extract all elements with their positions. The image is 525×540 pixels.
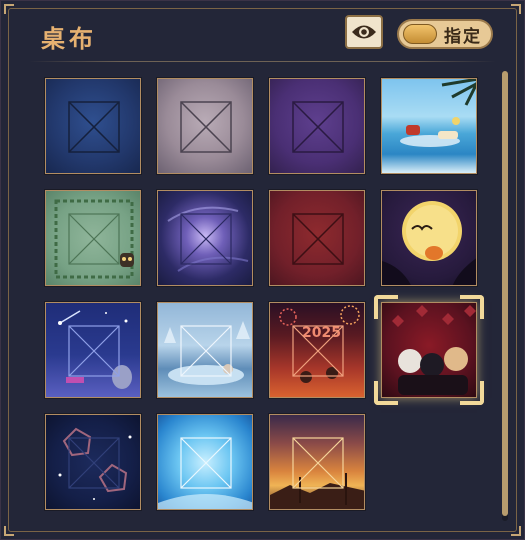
halloween-art [382,201,476,285]
selection-bracket [460,295,484,319]
placeholder-icon [68,101,120,153]
placeholder-icon [68,213,120,265]
wallpaper-tile-navy-stars[interactable] [45,414,141,510]
wallpaper-panel: 桌布 指定 2025 [0,0,525,540]
frame-corner [511,4,521,14]
wallpaper-tile-hearts-chibi[interactable] [374,295,484,405]
preview-button[interactable] [345,15,383,49]
toggle-label: 指定 [444,26,482,47]
wallpaper-tile-halloween-moon[interactable] [381,190,477,286]
scrollbar-thumb[interactable] [502,71,508,516]
frame-corner [511,526,521,536]
placeholder-icon [292,325,344,377]
wallpaper-tile-sky-blue[interactable] [157,414,253,510]
wallpaper-grid: 2025 [45,78,484,510]
wallpaper-tile-purple[interactable] [269,78,365,174]
wallpaper-tile-fireworks-2025[interactable]: 2025 [269,302,365,398]
placeholder-icon [292,101,344,153]
scrollbar-track[interactable] [502,71,508,521]
wallpaper-tile-red[interactable] [269,190,365,286]
wallpaper-tile-snowy-forest[interactable] [157,302,253,398]
placeholder-icon [180,437,232,489]
panel-title: 桌布 [41,24,97,53]
selection-bracket [374,381,398,405]
wallpaper-tile-blue[interactable] [45,78,141,174]
wallpaper-tile-sunset[interactable] [269,414,365,510]
beach-art [400,79,476,147]
placeholder-icon [292,437,344,489]
frame-corner [4,526,14,536]
frame-corner [4,4,14,14]
selection-bracket [460,381,484,405]
placeholder-icon [68,325,120,377]
wallpaper-tile-mauve[interactable] [157,78,253,174]
eye-icon [352,25,376,39]
wallpaper-tile-green-wreath[interactable] [45,190,141,286]
placeholder-icon [292,213,344,265]
selection-bracket [374,295,398,319]
wallpaper-tile-starry-blue[interactable] [45,302,141,398]
header-divider [29,61,496,62]
placeholder-icon [68,437,120,489]
placeholder-icon [180,101,232,153]
toggle-knob [403,24,437,44]
wallpaper-tile-beach[interactable] [381,78,477,174]
placeholder-icon [180,213,232,265]
assign-toggle[interactable]: 指定 [397,19,493,49]
placeholder-icon [180,325,232,377]
wallpaper-tile-night-sky[interactable] [157,190,253,286]
